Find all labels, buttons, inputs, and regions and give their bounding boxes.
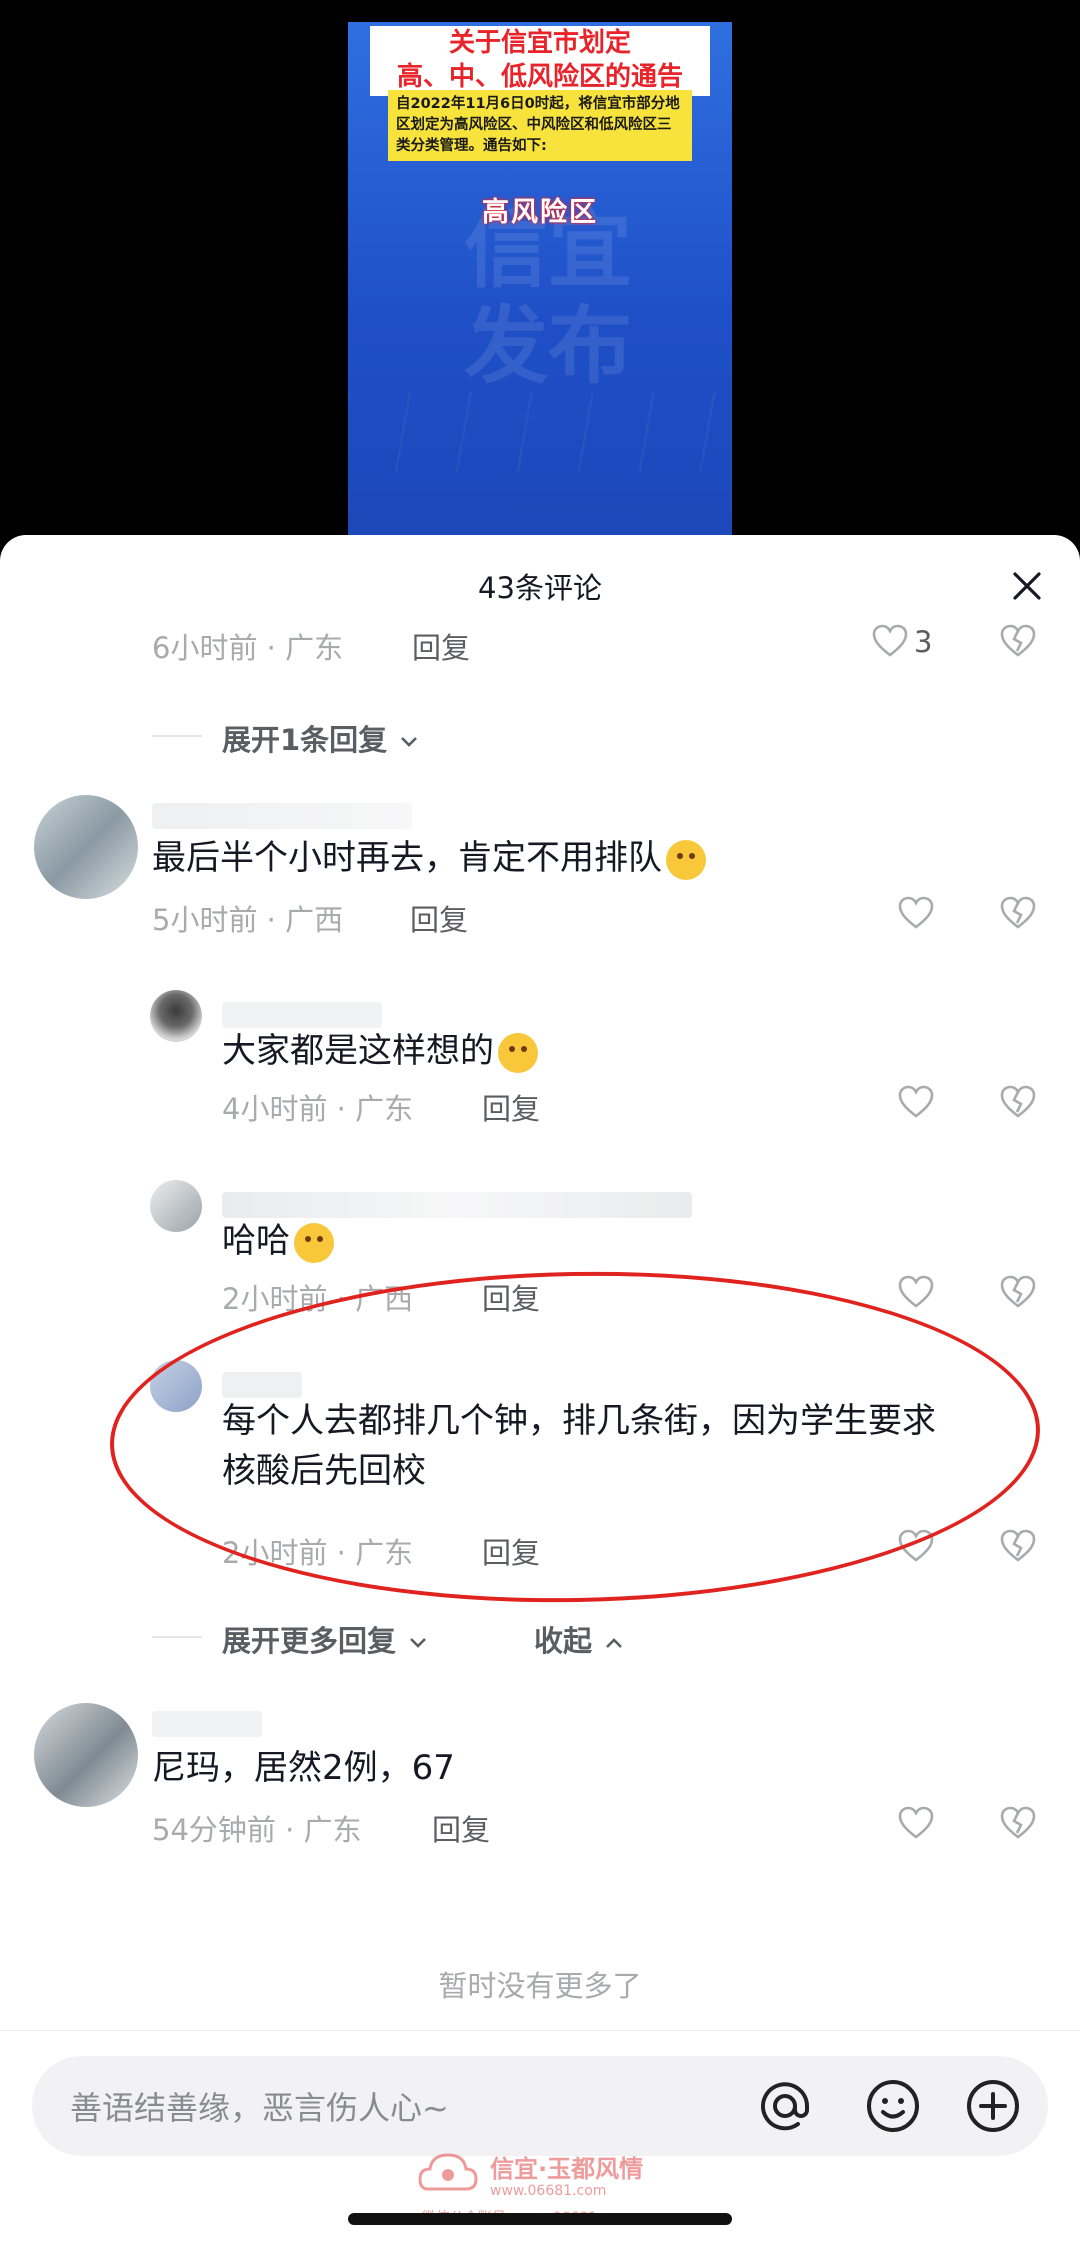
comment-time: 6小时前 · 广东 (152, 631, 344, 665)
site-url: www.06681.com (490, 2183, 607, 2199)
collapse-label: 收起 (534, 1624, 593, 1658)
comment-time: 4小时前 · 广东 (222, 1092, 414, 1126)
comment-text-content: 大家都是这样想的 (222, 1031, 494, 1071)
like-icon[interactable] (870, 621, 910, 661)
sheet-header: 43条评论 (0, 535, 1080, 635)
expand-more-label: 展开更多回复 (222, 1624, 397, 1658)
expand-more-row: 展开更多回复 收起 (0, 1618, 1080, 1668)
no-more-hint: 暂时没有更多了 (438, 1969, 642, 2003)
avatar[interactable] (34, 1703, 138, 1807)
like-icon[interactable] (896, 1803, 936, 1843)
comment-text: 大家都是这样想的 (222, 1026, 538, 1076)
chevron-down-icon (401, 737, 418, 747)
divider-line (152, 735, 202, 737)
chevron-down-icon (410, 1638, 427, 1648)
username-blurred[interactable] (152, 1711, 262, 1737)
poster-zone-label: 高风险区 (482, 197, 598, 228)
expand-replies-button[interactable]: 展开1条回复 (222, 717, 421, 759)
username-blurred[interactable] (222, 1002, 382, 1028)
video-player[interactable]: 信宜发布 关于信宜市划定 高、中、低风险区的通告 自2022年11月6日0时起，… (0, 0, 1080, 562)
username-blurred[interactable] (152, 803, 412, 829)
comment-text: 最后半个小时再去，肯定不用排队 (152, 833, 706, 883)
comment-count-title: 43条评论 (478, 571, 602, 605)
avatar[interactable] (150, 1180, 202, 1232)
comment-time: 5小时前 · 广西 (152, 903, 344, 937)
poster-title: 关于信宜市划定 高、中、低风险区的通告 (370, 26, 710, 96)
emoji-icon[interactable] (864, 2077, 922, 2135)
thinking-emoji-icon (666, 839, 706, 880)
reply-button[interactable]: 回复 (432, 1807, 490, 1849)
expand-replies-label: 展开1条回复 (222, 723, 388, 757)
poster-decoration (348, 392, 732, 472)
dislike-icon[interactable] (998, 621, 1038, 661)
comment-input[interactable]: 善语结善缘，恶言伤人心~ (32, 2056, 1048, 2156)
collapse-button[interactable]: 收起 (534, 1618, 626, 1660)
close-icon[interactable] (1012, 571, 1042, 601)
expand-replies-row: 展开1条回复 (0, 717, 1080, 767)
site-name: 信宜·玉都风情 (490, 2155, 644, 2183)
reply-button[interactable]: 回复 (482, 1086, 540, 1128)
like-icon[interactable] (896, 1272, 936, 1312)
comment-item: 6小时前 · 广东 回复 3 (0, 624, 1080, 685)
comment-item: 尼玛，居然2例，67 54分钟前 · 广东 回复 (0, 1703, 1080, 1883)
expand-more-button[interactable]: 展开更多回复 (222, 1618, 430, 1660)
reply-button[interactable]: 回复 (412, 625, 470, 667)
home-indicator[interactable] (348, 2213, 732, 2225)
cloud-logo-icon (418, 2153, 478, 2191)
poster-body: 自2022年11月6日0时起，将信宜市部分地区划定为高风险区、中风险区和低风险区… (388, 90, 692, 161)
comment-text-content: 哈哈 (222, 1221, 290, 1261)
like-icon[interactable] (896, 1082, 936, 1122)
comment-time: 54分钟前 · 广东 (152, 1813, 362, 1847)
comment-text: 哈哈 (222, 1216, 334, 1266)
poster-title-line2: 高、中、低风险区的通告 (396, 62, 683, 92)
dislike-icon[interactable] (998, 1803, 1038, 1843)
like-icon[interactable] (896, 893, 936, 933)
dislike-icon[interactable] (998, 1526, 1038, 1566)
notice-poster: 信宜发布 关于信宜市划定 高、中、低风险区的通告 自2022年11月6日0时起，… (348, 22, 732, 562)
chevron-up-icon (606, 1638, 623, 1648)
dislike-icon[interactable] (998, 1082, 1038, 1122)
reply-item: 大家都是这样想的 4小时前 · 广东 回复 (0, 990, 1080, 1170)
reply-button[interactable]: 回复 (410, 897, 468, 939)
like-count: 3 (914, 625, 933, 659)
username-blurred[interactable] (222, 1192, 692, 1218)
dislike-icon[interactable] (998, 1272, 1038, 1312)
divider-line (152, 1636, 202, 1638)
comment-input-bar: 善语结善缘，恶言伤人心~ 信宜·玉都风情 www.06681.com 微信公众账… (0, 2030, 1080, 2242)
comment-text: 尼玛，居然2例，67 (152, 1748, 455, 1788)
crying-laughing-emoji-icon (498, 1032, 538, 1073)
plus-icon[interactable] (964, 2077, 1022, 2135)
input-placeholder: 善语结善缘，恶言伤人心~ (70, 2089, 449, 2127)
poster-watermark: 信宜发布 (463, 201, 632, 395)
at-icon[interactable] (756, 2077, 814, 2135)
avatar[interactable] (34, 795, 138, 899)
shy-smile-emoji-icon (294, 1222, 334, 1263)
avatar[interactable] (150, 990, 202, 1042)
comment-text-content: 最后半个小时再去，肯定不用排队 (152, 838, 662, 878)
dislike-icon[interactable] (998, 893, 1038, 933)
poster-title-line1: 关于信宜市划定 (448, 28, 631, 58)
comment-item: 最后半个小时再去，肯定不用排队 5小时前 · 广西 回复 (0, 795, 1080, 975)
